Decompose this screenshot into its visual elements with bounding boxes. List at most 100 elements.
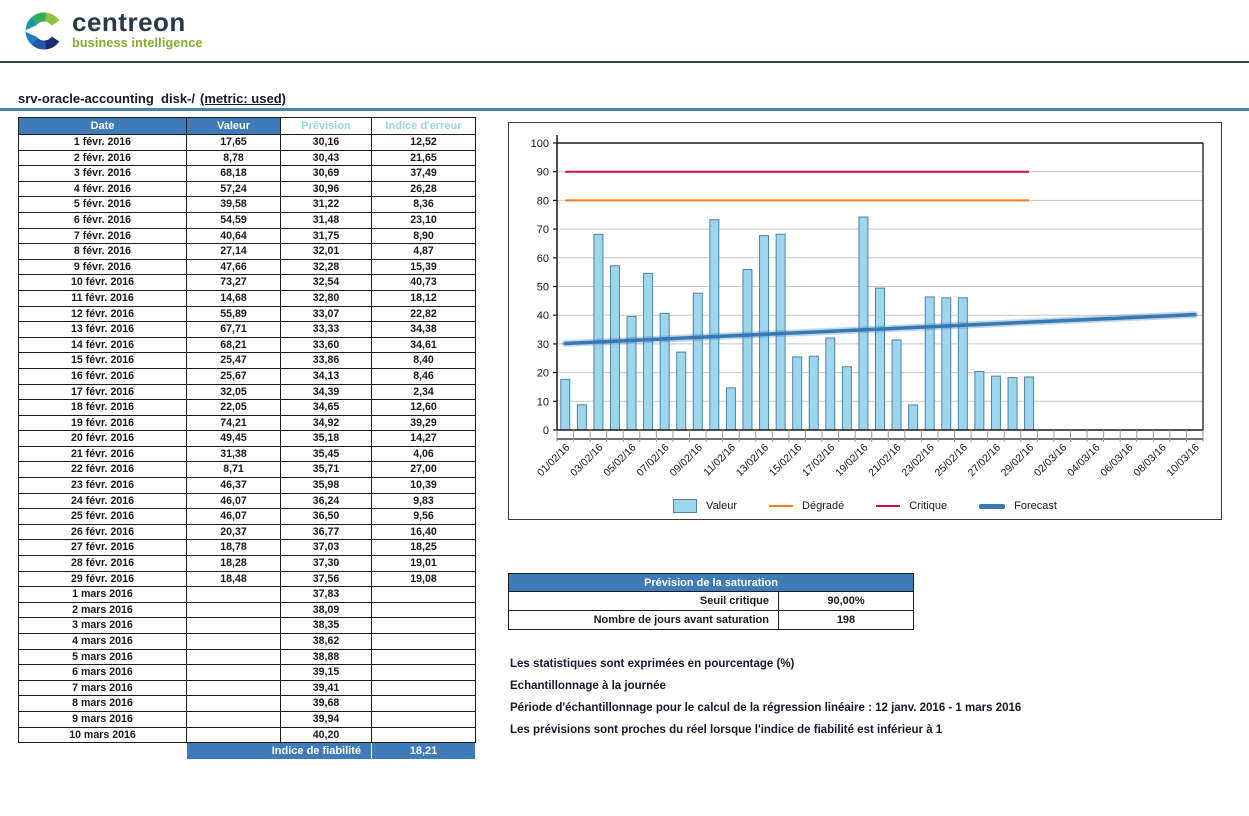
indice-cell: 19,01 xyxy=(372,556,476,572)
date-cell: 12 févr. 2016 xyxy=(19,306,187,322)
valeur-cell: 14,68 xyxy=(187,290,281,306)
prevision-cell: 31,75 xyxy=(281,228,372,244)
report-page: { "brand": { "name": "centreon", "taglin… xyxy=(0,0,1249,816)
table-row: 4 févr. 201657,2430,9626,28 xyxy=(19,181,476,197)
indice-cell: 27,00 xyxy=(372,462,476,478)
valeur-cell: 54,59 xyxy=(187,212,281,228)
prevision-cell: 31,22 xyxy=(281,197,372,213)
date-cell: 1 févr. 2016 xyxy=(19,135,187,151)
date-cell: 4 févr. 2016 xyxy=(19,181,187,197)
date-cell: 11 févr. 2016 xyxy=(19,290,187,306)
svg-text:29/02/16: 29/02/16 xyxy=(999,442,1036,479)
prevision-cell: 38,88 xyxy=(281,649,372,665)
critical-threshold-value: 90,00% xyxy=(779,592,914,611)
days-before-saturation-label: Nombre de jours avant saturation xyxy=(509,611,779,630)
prevision-cell: 40,20 xyxy=(281,727,372,743)
table-row: 20 févr. 201649,4535,1814,27 xyxy=(19,431,476,447)
prevision-cell: 32,80 xyxy=(281,290,372,306)
date-cell: 1 mars 2016 xyxy=(19,587,187,603)
prevision-cell: 34,92 xyxy=(281,415,372,431)
prevision-cell: 34,39 xyxy=(281,384,372,400)
table-row: 10 mars 201640,20 xyxy=(19,727,476,743)
prevision-cell: 36,24 xyxy=(281,493,372,509)
legend-line-icon xyxy=(979,504,1005,509)
date-cell: 15 févr. 2016 xyxy=(19,353,187,369)
indice-cell xyxy=(372,711,476,727)
legend-line-icon xyxy=(769,505,793,507)
date-cell: 5 févr. 2016 xyxy=(19,197,187,213)
saturation-table: Prévision de la saturation Seuil critiqu… xyxy=(508,573,914,630)
svg-text:01/02/16: 01/02/16 xyxy=(535,442,572,479)
prevision-cell: 35,98 xyxy=(281,478,372,494)
table-row: 19 févr. 201674,2134,9239,29 xyxy=(19,415,476,431)
date-cell: 23 févr. 2016 xyxy=(19,478,187,494)
date-cell: 2 mars 2016 xyxy=(19,602,187,618)
valeur-cell: 25,47 xyxy=(187,353,281,369)
header-date: Date xyxy=(19,118,187,135)
prevision-cell: 31,48 xyxy=(281,212,372,228)
table-row: 4 mars 201638,62 xyxy=(19,634,476,650)
date-cell: 4 mars 2016 xyxy=(19,634,187,650)
date-cell: 2 févr. 2016 xyxy=(19,150,187,166)
date-cell: 6 mars 2016 xyxy=(19,665,187,681)
indice-cell: 40,73 xyxy=(372,275,476,291)
valeur-cell: 20,37 xyxy=(187,524,281,540)
svg-text:11/02/16: 11/02/16 xyxy=(701,442,738,479)
valeur-cell: 39,58 xyxy=(187,197,281,213)
table-row: 14 févr. 201668,2133,6034,61 xyxy=(19,337,476,353)
table-row: 28 févr. 201618,2837,3019,01 xyxy=(19,556,476,572)
valeur-cell: 57,24 xyxy=(187,181,281,197)
table-row: 23 févr. 201646,3735,9810,39 xyxy=(19,478,476,494)
valeur-cell xyxy=(187,711,281,727)
prevision-cell: 30,16 xyxy=(281,135,372,151)
report-title: srv-oracle-accounting disk-/(metric: use… xyxy=(18,91,286,106)
svg-text:100: 100 xyxy=(531,138,549,150)
legend-line-icon xyxy=(876,505,900,507)
date-cell: 14 févr. 2016 xyxy=(19,337,187,353)
note-line: Période d'échantillonnage pour le calcul… xyxy=(510,697,1021,719)
legend-label: Dégradé xyxy=(802,500,844,512)
legend-label: Critique xyxy=(909,500,947,512)
valeur-cell: 18,78 xyxy=(187,540,281,556)
valeur-cell: 68,18 xyxy=(187,166,281,182)
valeur-cell: 46,07 xyxy=(187,509,281,525)
valeur-cell: 27,14 xyxy=(187,244,281,260)
table-row: 24 févr. 201646,0736,249,83 xyxy=(19,493,476,509)
svg-text:07/02/16: 07/02/16 xyxy=(634,442,671,479)
table-row: 1 févr. 201617,6530,1612,52 xyxy=(19,135,476,151)
svg-text:20: 20 xyxy=(537,368,549,380)
date-cell: 6 févr. 2016 xyxy=(19,212,187,228)
note-line: Echantillonnage à la journée xyxy=(510,675,1021,697)
indice-cell: 4,87 xyxy=(372,244,476,260)
prevision-cell: 36,50 xyxy=(281,509,372,525)
table-row: 29 févr. 201618,4837,5619,08 xyxy=(19,571,476,587)
indice-cell: 22,82 xyxy=(372,306,476,322)
centreon-logo-icon xyxy=(24,8,64,54)
svg-text:60: 60 xyxy=(537,253,549,265)
table-row: 25 févr. 201646,0736,509,56 xyxy=(19,509,476,525)
prevision-cell: 37,56 xyxy=(281,571,372,587)
table-row: 21 févr. 201631,3835,454,06 xyxy=(19,446,476,462)
svg-text:05/02/16: 05/02/16 xyxy=(601,442,638,479)
date-cell: 5 mars 2016 xyxy=(19,649,187,665)
table-row: 8 mars 201639,68 xyxy=(19,696,476,712)
valeur-cell: 8,71 xyxy=(187,462,281,478)
date-cell: 10 févr. 2016 xyxy=(19,275,187,291)
date-cell: 3 févr. 2016 xyxy=(19,166,187,182)
table-row: 1 mars 201637,83 xyxy=(19,587,476,603)
indice-cell: 8,90 xyxy=(372,228,476,244)
note-line: Les statistiques sont exprimées en pourc… xyxy=(510,653,1021,675)
valeur-cell xyxy=(187,602,281,618)
date-cell: 26 févr. 2016 xyxy=(19,524,187,540)
table-row: 7 mars 201639,41 xyxy=(19,680,476,696)
table-row: 3 févr. 201668,1830,6937,49 xyxy=(19,166,476,182)
table-row: 5 févr. 201639,5831,228,36 xyxy=(19,197,476,213)
brand-tagline: business intelligence xyxy=(72,36,203,50)
prevision-cell: 30,43 xyxy=(281,150,372,166)
table-row: 6 févr. 201654,5931,4823,10 xyxy=(19,212,476,228)
title-divider xyxy=(0,108,1249,111)
forecast-chart-panel: 010203040506070809010001/02/1603/02/1605… xyxy=(508,122,1222,520)
table-row: 17 févr. 201632,0534,392,34 xyxy=(19,384,476,400)
indice-cell: 9,56 xyxy=(372,509,476,525)
svg-text:02/03/16: 02/03/16 xyxy=(1032,442,1069,479)
